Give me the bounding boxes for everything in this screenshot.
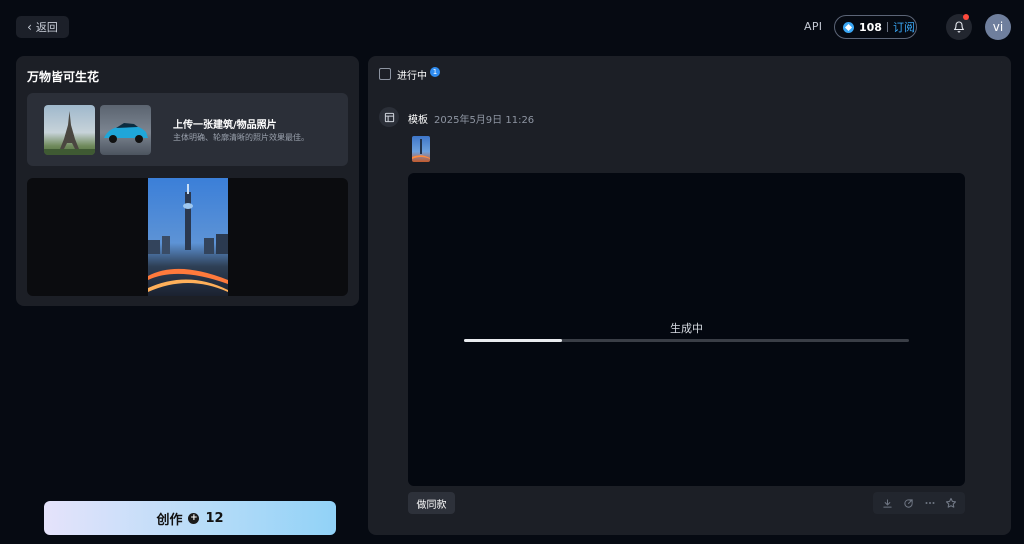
example-thumbnail-car [100,105,151,155]
star-icon [945,497,956,508]
generation-progress-bar [464,339,909,342]
top-bar: ‹ 返回 API 108 订阅 vi [0,0,1024,56]
chevron-left-icon: ‹ [27,20,32,34]
in-progress-count-badge: 1 [430,67,440,77]
in-progress-label: 进行中 [397,71,427,82]
notification-dot [963,14,969,20]
preview-image [148,178,228,296]
upload-card[interactable]: 上传一张建筑/物品照片 主体明确、轮廓清晰的照片效果最佳。 [27,93,348,166]
task-timestamp: 2025年5月9日 11:26 [434,115,535,126]
template-panel: 万物皆可生花 上传一张建筑/物品照片 主体明确、轮廓清晰的照片效果最佳。 [16,56,359,306]
task-actions [873,492,965,514]
tower-image [44,111,95,155]
task-reference-thumbnail[interactable] [412,136,430,162]
subscribe-label: 订阅 [892,21,915,34]
credit-gem-icon [843,21,854,33]
bell-icon [953,21,965,33]
example-thumbnail-tower [44,105,95,155]
credits-divider [886,22,888,32]
avatar[interactable]: vi [985,14,1011,40]
back-button[interactable]: ‹ 返回 [16,16,69,38]
generation-status: 生成中 [670,322,703,335]
credits-subscribe-button[interactable]: 108 订阅 [834,15,917,39]
credits-count: 108 [859,20,882,34]
make-same-button[interactable]: 做同款 [408,492,455,514]
create-cost: 12 [205,510,224,526]
share-button[interactable] [901,495,917,511]
layout-icon [384,112,394,122]
task-panel: 进行中 1 模板 2025年5月9日 11:26 生成中 做同款 [368,56,1011,535]
task-type-label: 模板 [408,115,428,126]
panel-title: 万物皆可生花 [27,70,100,84]
template-type-icon-wrap [379,107,399,127]
more-icon [925,502,934,504]
api-link[interactable]: API [804,20,822,33]
create-button[interactable]: 创作 + 12 [44,501,336,535]
in-progress-checkbox[interactable] [379,68,391,80]
tower-thumbnail-image [412,139,430,159]
upload-title: 上传一张建筑/物品照片 [173,120,277,131]
share-icon [904,498,913,508]
car-image [104,123,148,143]
upload-description: 主体明确、轮廓清晰的照片效果最佳。 [173,133,309,142]
reference-preview [27,178,348,296]
download-button[interactable] [880,495,896,511]
generation-progress-fill [464,339,562,342]
generation-canvas: 生成中 [408,173,965,486]
more-button[interactable] [922,495,938,511]
back-label: 返回 [35,21,58,34]
favorite-button[interactable] [943,495,959,511]
plus-circle-icon: + [188,512,200,524]
download-icon [883,498,892,508]
create-label: 创作 [156,512,183,528]
notifications-button[interactable] [946,14,972,40]
